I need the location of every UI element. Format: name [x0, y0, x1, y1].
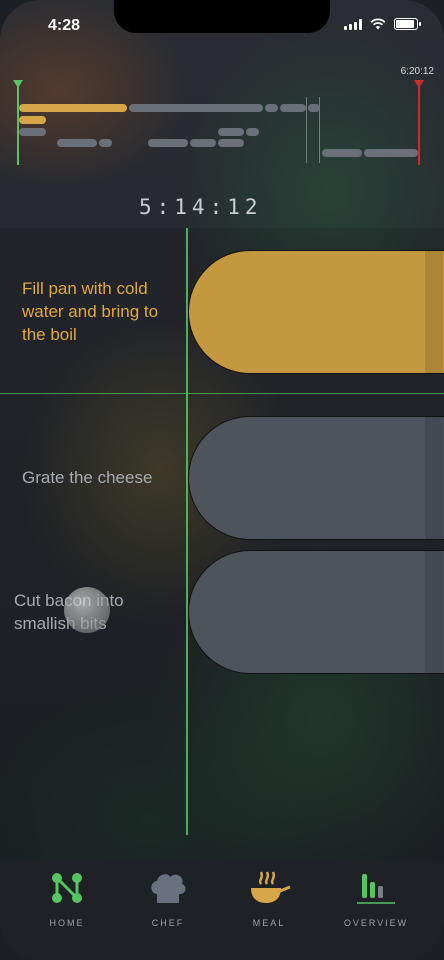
status-time: 4:28 — [48, 17, 81, 34]
cooking-pan-icon — [251, 871, 291, 903]
timeline-task-bar — [99, 139, 112, 147]
step-label: Grate the cheese — [22, 468, 153, 487]
timeline-start-marker — [13, 80, 23, 165]
timeline-task-bar — [364, 149, 418, 157]
battery-icon — [394, 18, 421, 30]
timeline-task-bar — [322, 149, 362, 157]
tab-overview[interactable]: OVERVIEW — [331, 870, 421, 928]
timeline-task-bar — [190, 139, 216, 147]
app-screen: 4:28 6:20:12 5:14:12 Fill pan with cold … — [0, 0, 444, 960]
tab-label: MEAL — [252, 918, 286, 928]
current-time-line — [186, 228, 188, 835]
step-bar-active[interactable] — [188, 250, 444, 374]
timeline-divider — [306, 97, 307, 163]
timeline-task-bar — [280, 104, 306, 112]
tab-bar: HOME CHEF MEAL OVERVIEW — [0, 860, 444, 960]
tab-meal[interactable]: MEAL — [224, 870, 314, 928]
timeline-end-marker — [414, 80, 424, 165]
cellular-signal-icon — [344, 18, 362, 30]
timeline-task-bar — [148, 139, 188, 147]
step-bar[interactable] — [188, 416, 444, 540]
status-icons — [344, 18, 421, 30]
step-bar[interactable] — [188, 550, 444, 674]
chef-hat-icon — [151, 874, 186, 903]
timeline-task-bar — [246, 128, 259, 136]
home-network-icon — [52, 873, 82, 903]
timeline-task-bar — [129, 104, 263, 112]
tab-label: OVERVIEW — [343, 918, 409, 928]
tab-label: CHEF — [151, 918, 185, 928]
touch-indicator — [64, 587, 110, 633]
timeline-end-time: 6:20:12 — [400, 66, 434, 77]
tab-chef[interactable]: CHEF — [123, 870, 213, 928]
bar-chart-icon — [357, 874, 395, 904]
timeline-task-bar — [218, 139, 244, 147]
elapsed-time-display: 5:14:12 — [139, 195, 263, 219]
timeline-task-bar — [265, 104, 278, 112]
timeline-task-bar — [308, 104, 320, 112]
tab-home[interactable]: HOME — [22, 870, 112, 928]
device-notch — [114, 0, 330, 33]
timeline-task-bar — [19, 116, 46, 124]
wifi-icon — [370, 18, 386, 30]
row-divider-line — [0, 393, 444, 394]
timeline-task-bar — [19, 128, 46, 136]
timeline-task-bar — [57, 139, 97, 147]
timeline-task-bar — [218, 128, 244, 136]
step-label-active: Fill pan with cold water and bring to th… — [22, 279, 159, 344]
tab-label: HOME — [49, 918, 85, 928]
timeline-task-bar — [19, 104, 127, 112]
